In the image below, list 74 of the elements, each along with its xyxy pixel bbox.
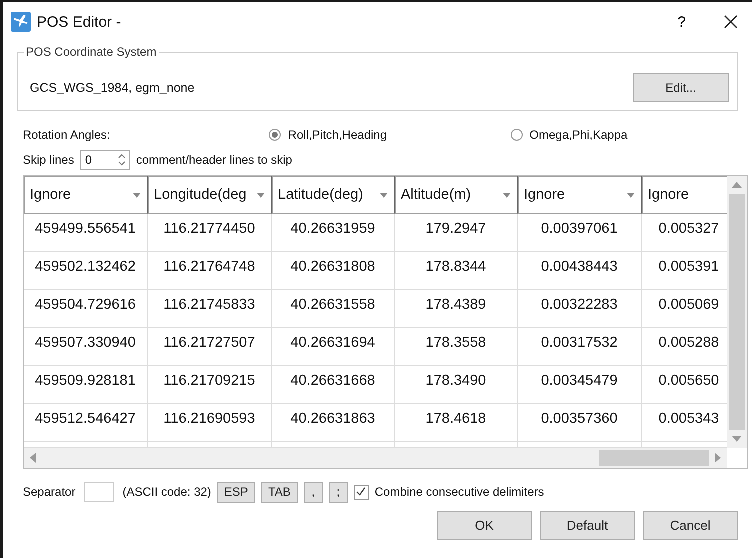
table-cell: 459504.729616 — [24, 290, 148, 328]
table-cell: 178.3490 — [395, 366, 518, 404]
table-cell: 116.21764748 — [148, 252, 272, 290]
separator-field[interactable] — [84, 482, 114, 502]
airplane-icon — [11, 12, 31, 32]
delimiter-button[interactable]: ESP — [217, 482, 256, 502]
table-cell: 40.26631558 — [272, 290, 395, 328]
combine-checkbox[interactable]: Combine consecutive delimiters — [354, 484, 544, 500]
table-cell: 116.21727507 — [148, 328, 272, 366]
column-header[interactable]: Latitude(deg) — [272, 176, 395, 214]
table-cell: 0.00322283 — [518, 290, 642, 328]
dropdown-arrow-icon[interactable] — [133, 192, 141, 198]
dialog-button[interactable]: OK — [437, 511, 532, 540]
table-cell: 0.00397061 — [518, 214, 642, 252]
dropdown-arrow-icon[interactable] — [627, 192, 635, 198]
table-cell: 178.4618 — [395, 404, 518, 442]
table-cell: 0.00357360 — [518, 404, 642, 442]
scroll-left-icon[interactable] — [30, 453, 36, 463]
table-cell: 178.3558 — [395, 328, 518, 366]
table-cell: 116.21774450 — [148, 214, 272, 252]
spin-arrows-icon[interactable] — [118, 152, 126, 168]
table-cell: 459512.546427 — [24, 404, 148, 442]
table-cell: 40.26631694 — [272, 328, 395, 366]
vertical-scrollbar[interactable] — [727, 176, 747, 448]
column-header[interactable]: Longitude(deg — [148, 176, 272, 214]
table-cell: 0.00317532 — [518, 328, 642, 366]
table-cell: 40.26631668 — [272, 366, 395, 404]
dropdown-arrow-icon[interactable] — [380, 192, 388, 198]
delimiter-button[interactable]: ; — [328, 482, 348, 502]
table-cell: 459499.556541 — [24, 214, 148, 252]
table-cell: 178.8344 — [395, 252, 518, 290]
table-cell: 0.00438443 — [518, 252, 642, 290]
coordinate-system-text: GCS_WGS_1984, egm_none — [30, 80, 195, 94]
delimiter-button[interactable]: TAB — [261, 482, 298, 502]
table-cell: 40.26631959 — [272, 214, 395, 252]
column-header[interactable]: Ignore — [642, 176, 727, 214]
table-cell: 116.21745833 — [148, 290, 272, 328]
dropdown-arrow-icon[interactable] — [257, 192, 265, 198]
table-cell: 179.2947 — [395, 214, 518, 252]
radio-option[interactable]: Omega,Phi,Kappa — [510, 128, 752, 142]
check-icon — [355, 486, 368, 498]
column-header[interactable]: Ignore — [24, 176, 148, 214]
horizontal-scrollbar[interactable] — [24, 447, 727, 468]
dialog-button[interactable]: Cancel — [643, 511, 738, 540]
skip-lines-label: Skip lines — [23, 153, 74, 167]
separator-label: Separator — [23, 485, 76, 499]
scroll-down-icon[interactable] — [732, 436, 742, 442]
rotation-label: Rotation Angles: — [22, 128, 112, 142]
scroll-up-icon[interactable] — [732, 182, 742, 188]
column-header[interactable]: Ignore — [518, 176, 642, 214]
table-cell: 178.4389 — [395, 290, 518, 328]
spin-box[interactable]: 0 — [80, 150, 130, 170]
ascii-code-text: (ASCII code: 32) — [122, 485, 212, 499]
dropdown-arrow-icon[interactable] — [503, 192, 511, 198]
column-header[interactable]: Altitude(m) — [395, 176, 518, 214]
table-cell: 459507.330940 — [24, 328, 148, 366]
table-cell: 40.26631808 — [272, 252, 395, 290]
table-cell: 116.21690593 — [148, 404, 272, 442]
dialog-button[interactable]: Default — [540, 511, 635, 540]
window-title: POS Editor - — [37, 14, 122, 30]
delimiter-button[interactable]: , — [304, 482, 323, 502]
radio-option[interactable]: Roll,Pitch,Heading — [269, 128, 511, 142]
table-cell: 0.00345479 — [518, 366, 642, 404]
close-icon — [724, 15, 738, 29]
table-cell: 459509.928181 — [24, 366, 148, 404]
skip-lines-hint: comment/header lines to skip — [136, 153, 292, 167]
table-cell: 116.21709215 — [148, 366, 272, 404]
close-button[interactable] — [724, 15, 738, 29]
table-cell: 40.26631863 — [272, 404, 395, 442]
scroll-right-icon[interactable] — [715, 453, 721, 463]
help-button[interactable]: ? — [678, 14, 686, 30]
group-legend: POS Coordinate System — [24, 45, 159, 59]
edit-button[interactable]: Edit... — [633, 73, 729, 102]
table-cell: 459502.132462 — [24, 252, 148, 290]
